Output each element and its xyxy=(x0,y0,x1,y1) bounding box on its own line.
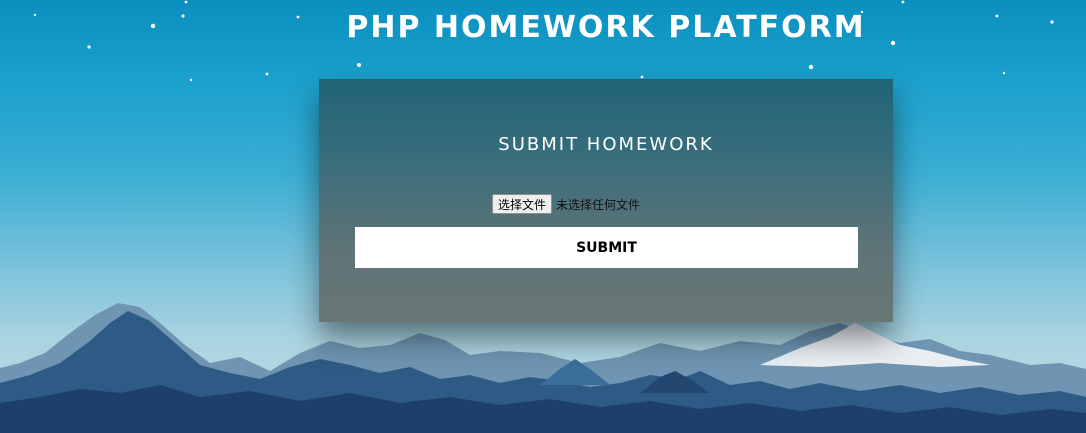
file-status-text: 未选择任何文件 xyxy=(556,197,641,212)
panel-title: SUBMIT HOMEWORK xyxy=(498,134,714,155)
submit-button[interactable]: SUBMIT xyxy=(355,227,858,268)
submit-homework-panel: SUBMIT HOMEWORK 选择文件 未选择任何文件 SUBMIT xyxy=(319,79,893,322)
site-title: PHP HOMEWORK PLATFORM xyxy=(346,10,866,45)
choose-file-button[interactable]: 选择文件 xyxy=(492,194,553,214)
page-background: PHP HOMEWORK PLATFORM SUBMIT HOMEWORK 选择… xyxy=(0,0,1086,433)
file-picker: 选择文件 未选择任何文件 xyxy=(492,193,640,215)
